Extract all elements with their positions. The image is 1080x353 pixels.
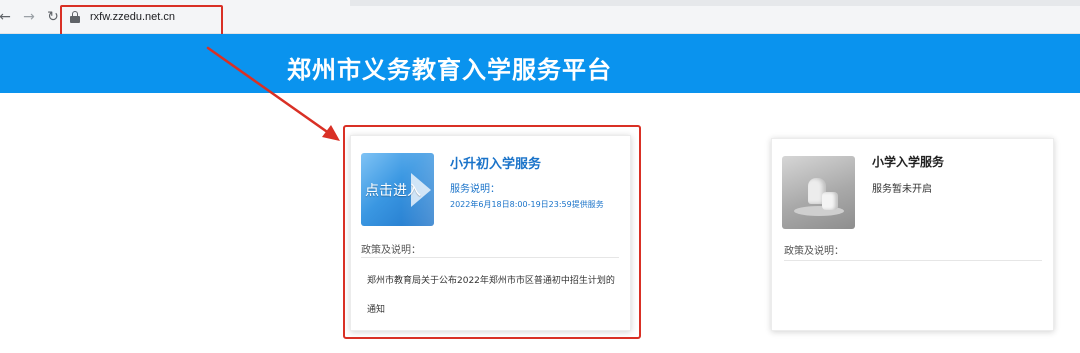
primary-enrollment-card[interactable]: 小学入学服务 服务暂未开启 政策及说明： [771, 138, 1054, 331]
divider [784, 260, 1042, 261]
service-closed-image [782, 156, 855, 229]
primary-service-title[interactable]: 小学入学服务 [872, 153, 944, 170]
page-title: 郑州市义务教育入学服务平台 [287, 56, 612, 84]
card-annotation-box [343, 125, 641, 339]
tab-strip [350, 0, 1080, 6]
service-status: 服务暂未开启 [872, 184, 932, 195]
forward-arrow-icon[interactable]: → [20, 8, 38, 26]
back-arrow-icon[interactable]: ← [0, 8, 14, 26]
policy-label: 政策及说明： [784, 246, 844, 257]
